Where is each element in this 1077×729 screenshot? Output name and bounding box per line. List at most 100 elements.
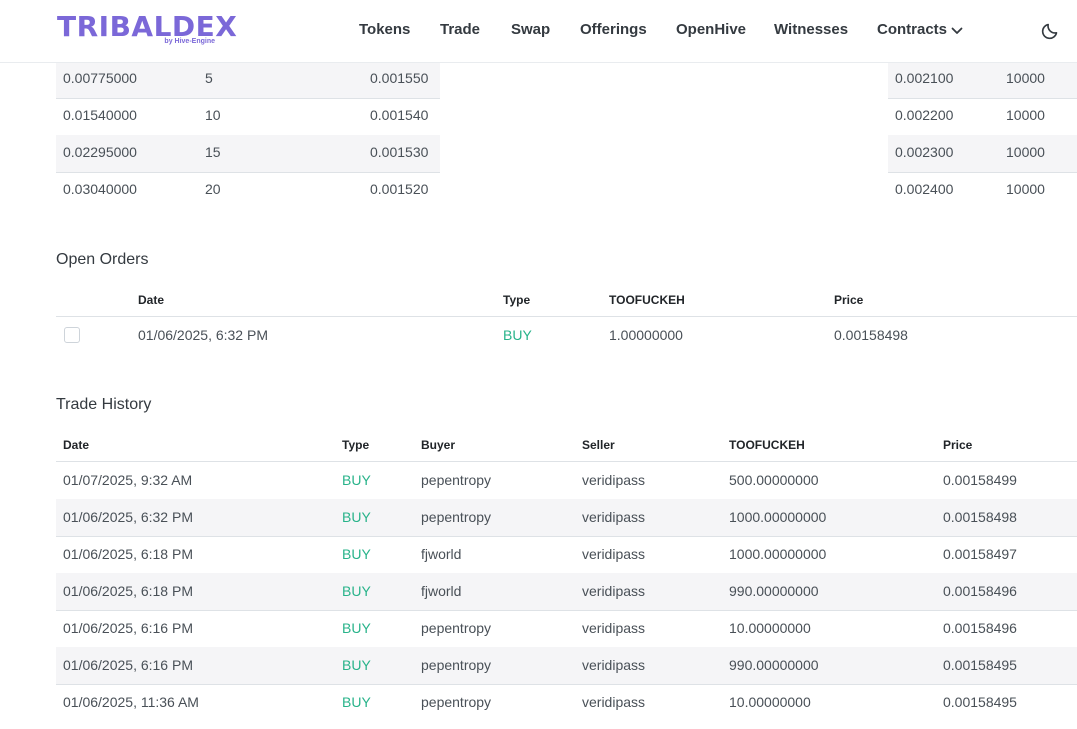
order-date: 01/06/2025, 6:32 PM (138, 327, 268, 343)
buy-book-row[interactable]: 0.02295000 15 0.001530 (56, 135, 440, 173)
quantity-cell: 10000 (1006, 70, 1045, 86)
trade-history-header-type: Type (342, 438, 370, 452)
price-cell: 0.001540 (370, 107, 429, 123)
trade-date: 01/06/2025, 6:18 PM (63, 546, 193, 562)
buy-book-row[interactable]: 0.00775000 5 0.001550 (56, 61, 440, 99)
nav-swap[interactable]: Swap (511, 21, 550, 39)
trade-seller: veridipass (582, 620, 646, 636)
trade-type: BUY (342, 546, 371, 562)
trade-seller: veridipass (582, 472, 646, 488)
trade-price: 0.00158495 (943, 657, 1017, 673)
price-cell: 0.001520 (370, 181, 429, 197)
chevron-down-icon[interactable] (951, 26, 963, 36)
quantity-cell: 20 (205, 181, 221, 197)
trade-date: 01/06/2025, 6:16 PM (63, 620, 193, 636)
trade-amount: 1000.00000000 (729, 509, 827, 525)
quantity-cell: 5 (205, 70, 213, 86)
order-type: BUY (503, 327, 532, 343)
total-cell: 0.00775000 (63, 70, 137, 86)
open-orders-header-date: Date (138, 293, 165, 307)
open-orders-header-price: Price (834, 293, 864, 307)
trade-buyer: fjworld (421, 546, 462, 562)
tribaldex-logo[interactable]: TRIBALDEX by Hive-Engine (57, 11, 237, 47)
quantity-cell: 10000 (1006, 181, 1045, 197)
trade-history-header-buyer: Buyer (421, 438, 456, 452)
trade-type: BUY (342, 657, 371, 673)
trade-history-header-date: Date (63, 438, 90, 452)
sell-book-row[interactable]: 0.002400 10000 (888, 172, 1077, 209)
order-amount: 1.00000000 (609, 327, 683, 343)
open-orders-header-divider (56, 316, 1077, 317)
trade-history-header-price: Price (943, 438, 973, 452)
total-cell: 0.02295000 (63, 144, 137, 160)
trade-buyer: pepentropy (421, 472, 492, 488)
quantity-cell: 15 (205, 144, 221, 160)
nav-trade[interactable]: Trade (440, 21, 480, 39)
trade-date: 01/06/2025, 6:18 PM (63, 583, 193, 599)
total-cell: 0.01540000 (63, 107, 137, 123)
price-cell: 0.002100 (895, 70, 954, 86)
trade-type: BUY (342, 694, 371, 710)
sell-book-row[interactable]: 0.002100 10000 (888, 61, 1077, 99)
trade-price: 0.00158498 (943, 509, 1017, 525)
trade-buyer: pepentropy (421, 509, 492, 525)
buy-book-row[interactable]: 0.01540000 10 0.001540 (56, 98, 440, 136)
trade-row[interactable]: 01/06/2025, 6:16 PM BUY pepentropy verid… (56, 610, 1077, 648)
trade-seller: veridipass (582, 546, 646, 562)
trade-type: BUY (342, 472, 371, 488)
trade-history-header-amount: TOOFUCKEH (729, 438, 805, 452)
trade-seller: veridipass (582, 694, 646, 710)
trade-seller: veridipass (582, 509, 646, 525)
trade-row[interactable]: 01/06/2025, 6:18 PM BUY fjworld veridipa… (56, 573, 1077, 611)
trade-row[interactable]: 01/07/2025, 9:32 AM BUY pepentropy verid… (56, 462, 1077, 500)
trade-buyer: pepentropy (421, 694, 492, 710)
sell-book-row[interactable]: 0.002200 10000 (888, 98, 1077, 136)
trade-amount: 990.00000000 (729, 583, 819, 599)
price-cell: 0.001550 (370, 70, 429, 86)
trade-date: 01/06/2025, 11:36 AM (63, 694, 199, 710)
moon-icon[interactable] (1041, 20, 1061, 40)
buy-book-row[interactable]: 0.03040000 20 0.001520 (56, 172, 440, 209)
open-orders-title: Open Orders (56, 251, 149, 268)
trade-buyer: pepentropy (421, 620, 492, 636)
trade-type: BUY (342, 620, 371, 636)
quantity-cell: 10000 (1006, 107, 1045, 123)
trade-row[interactable]: 01/06/2025, 6:18 PM BUY fjworld veridipa… (56, 536, 1077, 574)
trade-seller: veridipass (582, 657, 646, 673)
trade-price: 0.00158497 (943, 546, 1017, 562)
price-cell: 0.002200 (895, 107, 954, 123)
sell-book-row[interactable]: 0.002300 10000 (888, 135, 1077, 173)
trade-price: 0.00158495 (943, 694, 1017, 710)
nav-openhive[interactable]: OpenHive (676, 21, 746, 39)
trade-history-title: Trade History (56, 396, 152, 413)
trade-amount: 500.00000000 (729, 472, 819, 488)
logo-subtext: by Hive-Engine (164, 38, 215, 45)
nav-witnesses[interactable]: Witnesses (774, 21, 848, 39)
price-cell: 0.002300 (895, 144, 954, 160)
trade-type: BUY (342, 509, 371, 525)
trade-history-header-seller: Seller (582, 438, 615, 452)
order-select-checkbox[interactable] (64, 327, 80, 343)
top-navbar: TRIBALDEX by Hive-Engine Tokens Trade Sw… (0, 0, 1077, 63)
trade-row[interactable]: 01/06/2025, 6:16 PM BUY pepentropy verid… (56, 647, 1077, 685)
nav-tokens[interactable]: Tokens (359, 21, 410, 39)
quantity-cell: 10 (205, 107, 221, 123)
trade-amount: 990.00000000 (729, 657, 819, 673)
trade-date: 01/07/2025, 9:32 AM (63, 472, 193, 488)
trade-seller: veridipass (582, 583, 646, 599)
nav-offerings[interactable]: Offerings (580, 21, 647, 39)
trade-amount: 10.00000000 (729, 694, 811, 710)
nav-contracts[interactable]: Contracts (877, 21, 947, 39)
quantity-cell: 10000 (1006, 144, 1045, 160)
trade-buyer: pepentropy (421, 657, 492, 673)
trade-amount: 10.00000000 (729, 620, 811, 636)
trade-price: 0.00158496 (943, 583, 1017, 599)
trade-row[interactable]: 01/06/2025, 6:32 PM BUY pepentropy verid… (56, 499, 1077, 537)
trade-row[interactable]: 01/06/2025, 11:36 AM BUY pepentropy veri… (56, 684, 1077, 721)
trade-amount: 1000.00000000 (729, 546, 827, 562)
open-orders-header-type: Type (503, 293, 531, 307)
trade-price: 0.00158496 (943, 620, 1017, 636)
order-price: 0.00158498 (834, 327, 908, 343)
trade-date: 01/06/2025, 6:16 PM (63, 657, 193, 673)
trade-price: 0.00158499 (943, 472, 1017, 488)
